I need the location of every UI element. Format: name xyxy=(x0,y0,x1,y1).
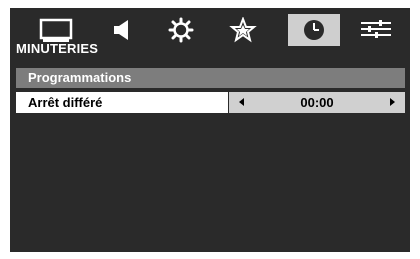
clock-icon xyxy=(304,20,324,40)
tab-timers[interactable] xyxy=(288,14,340,46)
settings-lines-icon xyxy=(361,20,391,38)
tab-sound[interactable] xyxy=(96,14,148,46)
tab-options[interactable] xyxy=(350,14,402,46)
tab-features[interactable] xyxy=(217,14,269,46)
tab-setup[interactable] xyxy=(155,14,207,46)
tv-menu-screen: MINUTERIES Programmations Arrêt différé … xyxy=(10,8,410,252)
row-value: 00:00 xyxy=(300,95,334,110)
section-header-programmations[interactable]: Programmations xyxy=(16,68,405,88)
arrow-right-icon[interactable] xyxy=(390,98,395,106)
star-icon xyxy=(229,17,257,43)
value-selector[interactable]: 00:00 xyxy=(229,92,405,113)
row-label: Arrêt différé xyxy=(28,95,103,110)
menu-title: MINUTERIES xyxy=(16,41,99,56)
row-label-box: Arrêt différé xyxy=(16,92,228,113)
speaker-icon xyxy=(114,20,128,40)
section-label: Programmations xyxy=(28,70,132,85)
menu-row-sleep-timer[interactable]: Arrêt différé 00:00 xyxy=(16,92,405,113)
picture-icon xyxy=(39,18,73,42)
gear-icon xyxy=(168,17,194,43)
